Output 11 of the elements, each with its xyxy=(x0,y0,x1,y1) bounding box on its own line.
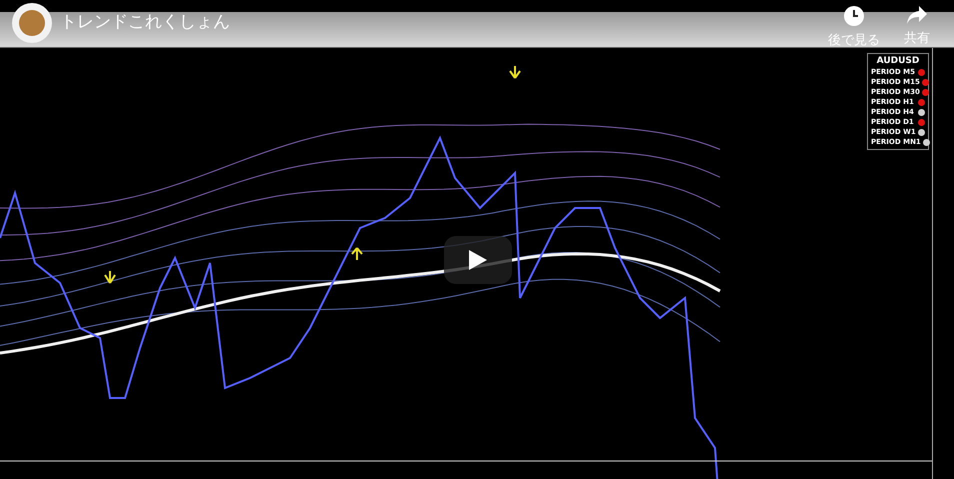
down-arrow-icon xyxy=(104,270,116,284)
video-title: トレンドこれくしょん xyxy=(60,11,230,34)
play-button[interactable] xyxy=(444,236,512,284)
down-arrow-icon xyxy=(509,65,521,79)
share-arrow-icon xyxy=(906,5,928,25)
watch-later-button[interactable]: 後で見る xyxy=(828,5,880,50)
up-arrow-icon xyxy=(351,247,363,261)
legend-symbol: AUDUSD xyxy=(876,56,920,67)
play-icon xyxy=(469,250,487,270)
clock-icon xyxy=(843,5,865,27)
share-button[interactable]: 共有 xyxy=(904,5,930,50)
